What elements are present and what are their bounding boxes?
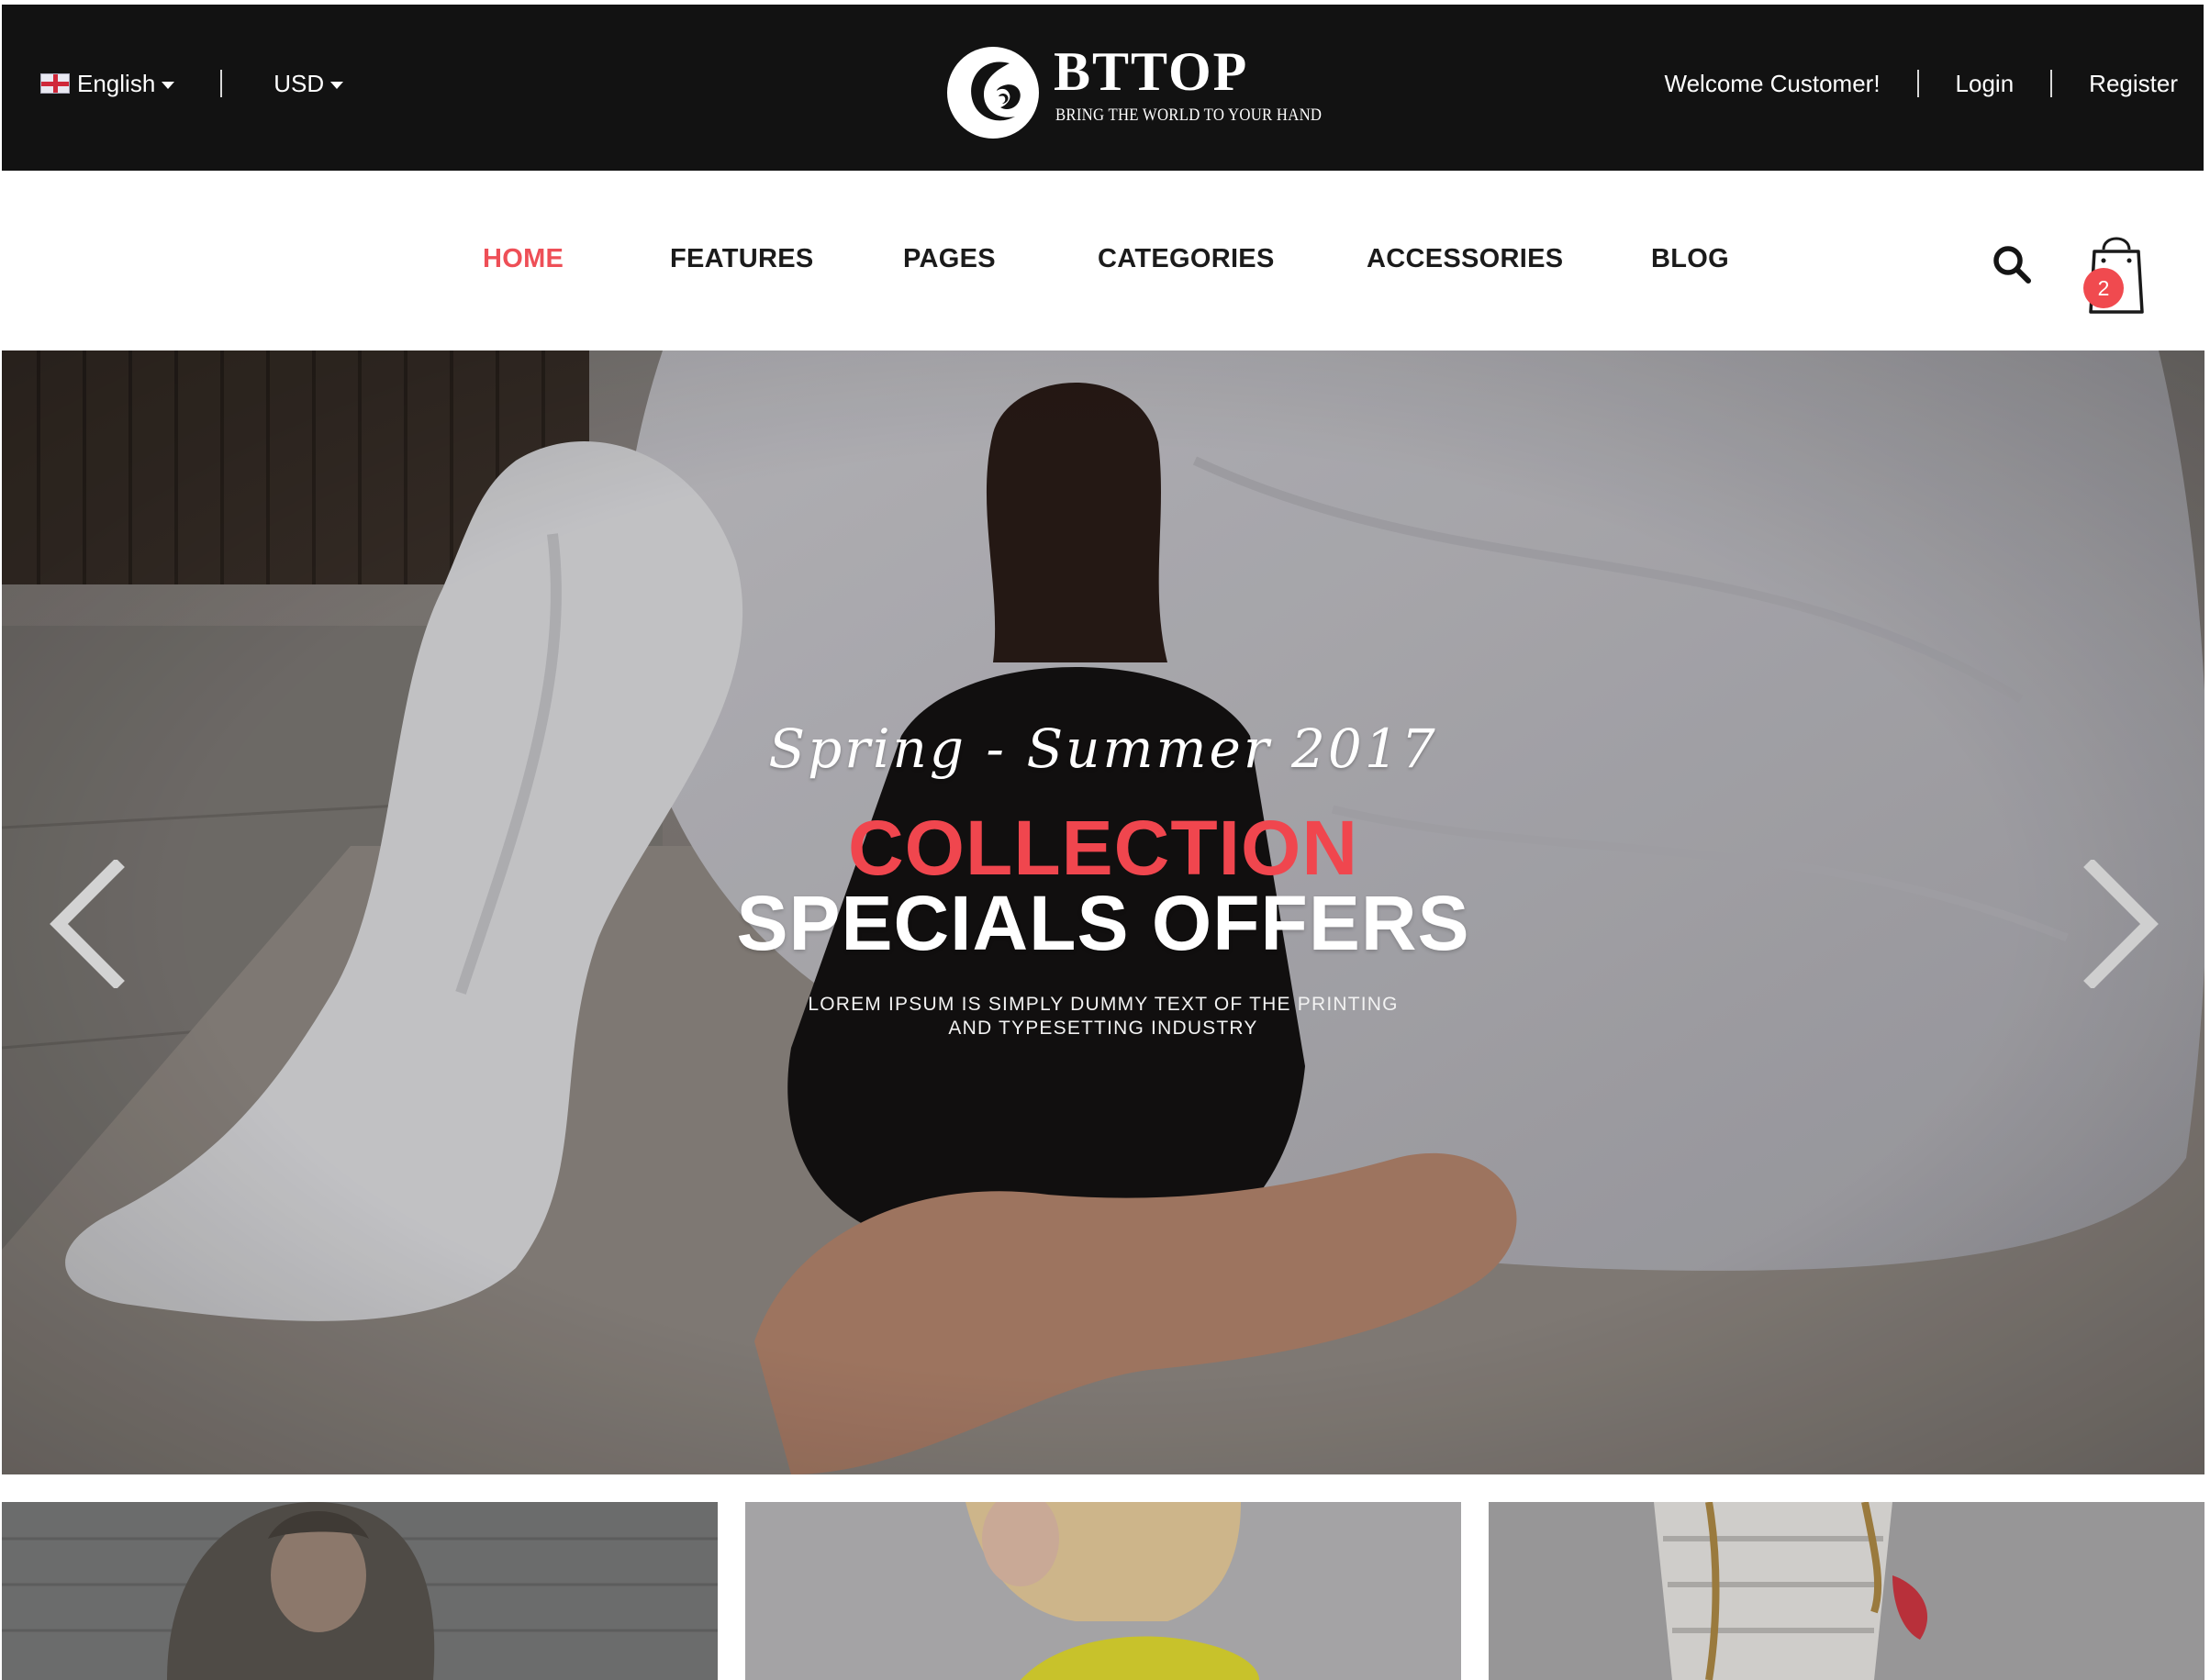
caret-down-icon [162,81,175,89]
nav-accessories[interactable]: ACCESSORIES [1367,244,1563,274]
nav-features[interactable]: FEATURES [670,244,814,274]
uk-flag-icon [40,73,70,94]
logo-tagline: BRING THE WORLD TO YOUR HAND [1055,106,1323,125]
account-links: Welcome Customer! Login Register [1665,63,2178,104]
hero-slider: Spring - Summer 2017 COLLECTION SPECIALS… [2,350,2204,1474]
banner-image [2,1502,718,1680]
register-link[interactable]: Register [2089,70,2178,98]
hero-headline-accent: COLLECTION [848,805,1358,891]
divider [2050,70,2053,97]
language-label: English [77,69,156,97]
hero-subtitle: Spring - Summer 2017 [768,718,1438,780]
language-selector[interactable]: English [40,69,175,98]
banner-image [1489,1502,2204,1680]
banner-women[interactable] [745,1502,1461,1680]
nav-home[interactable]: HOME [483,244,564,274]
top-left-controls: English USD [40,63,344,104]
logo-wordmark: BTTOP [1054,41,1249,102]
currency-selector[interactable]: USD [273,69,344,98]
hero-headline: SPECIALS OFFERS [736,880,1470,966]
welcome-text: Welcome Customer! [1664,69,1881,97]
currency-label: USD [273,69,325,97]
top-bar: English USD BTTOP BRING THE WORLD TO YOU… [2,5,2204,171]
banner-men[interactable] [2,1502,718,1680]
nav-blog[interactable]: BLOG [1651,244,1729,274]
hero-description: LOREM IPSUM IS SIMPLY DUMMY TEXT OF THE … [2,993,2204,1040]
search-icon[interactable] [1992,244,2032,284]
nav-pages[interactable]: PAGES [903,244,996,274]
cart-count-badge: 2 [2083,268,2124,308]
banner-image [745,1502,1461,1680]
main-navigation: HOME FEATURES PAGES CATEGORIES ACCESSORI… [0,171,2203,350]
site-logo[interactable]: BTTOP BRING THE WORLD TO YOUR HAND [945,39,1322,139]
login-link[interactable]: Login [1956,70,2015,98]
nav-categories[interactable]: CATEGORIES [1098,244,1275,274]
hero-description-line: LOREM IPSUM IS SIMPLY DUMMY TEXT OF THE … [808,994,1399,1015]
hero-description-line: AND TYPESETTING INDUSTRY [948,1018,1258,1039]
banner-accessories[interactable] [1489,1502,2204,1680]
divider [1916,70,1919,97]
logo-mark-icon [947,47,1039,139]
caret-down-icon [330,81,344,89]
divider [220,70,223,97]
